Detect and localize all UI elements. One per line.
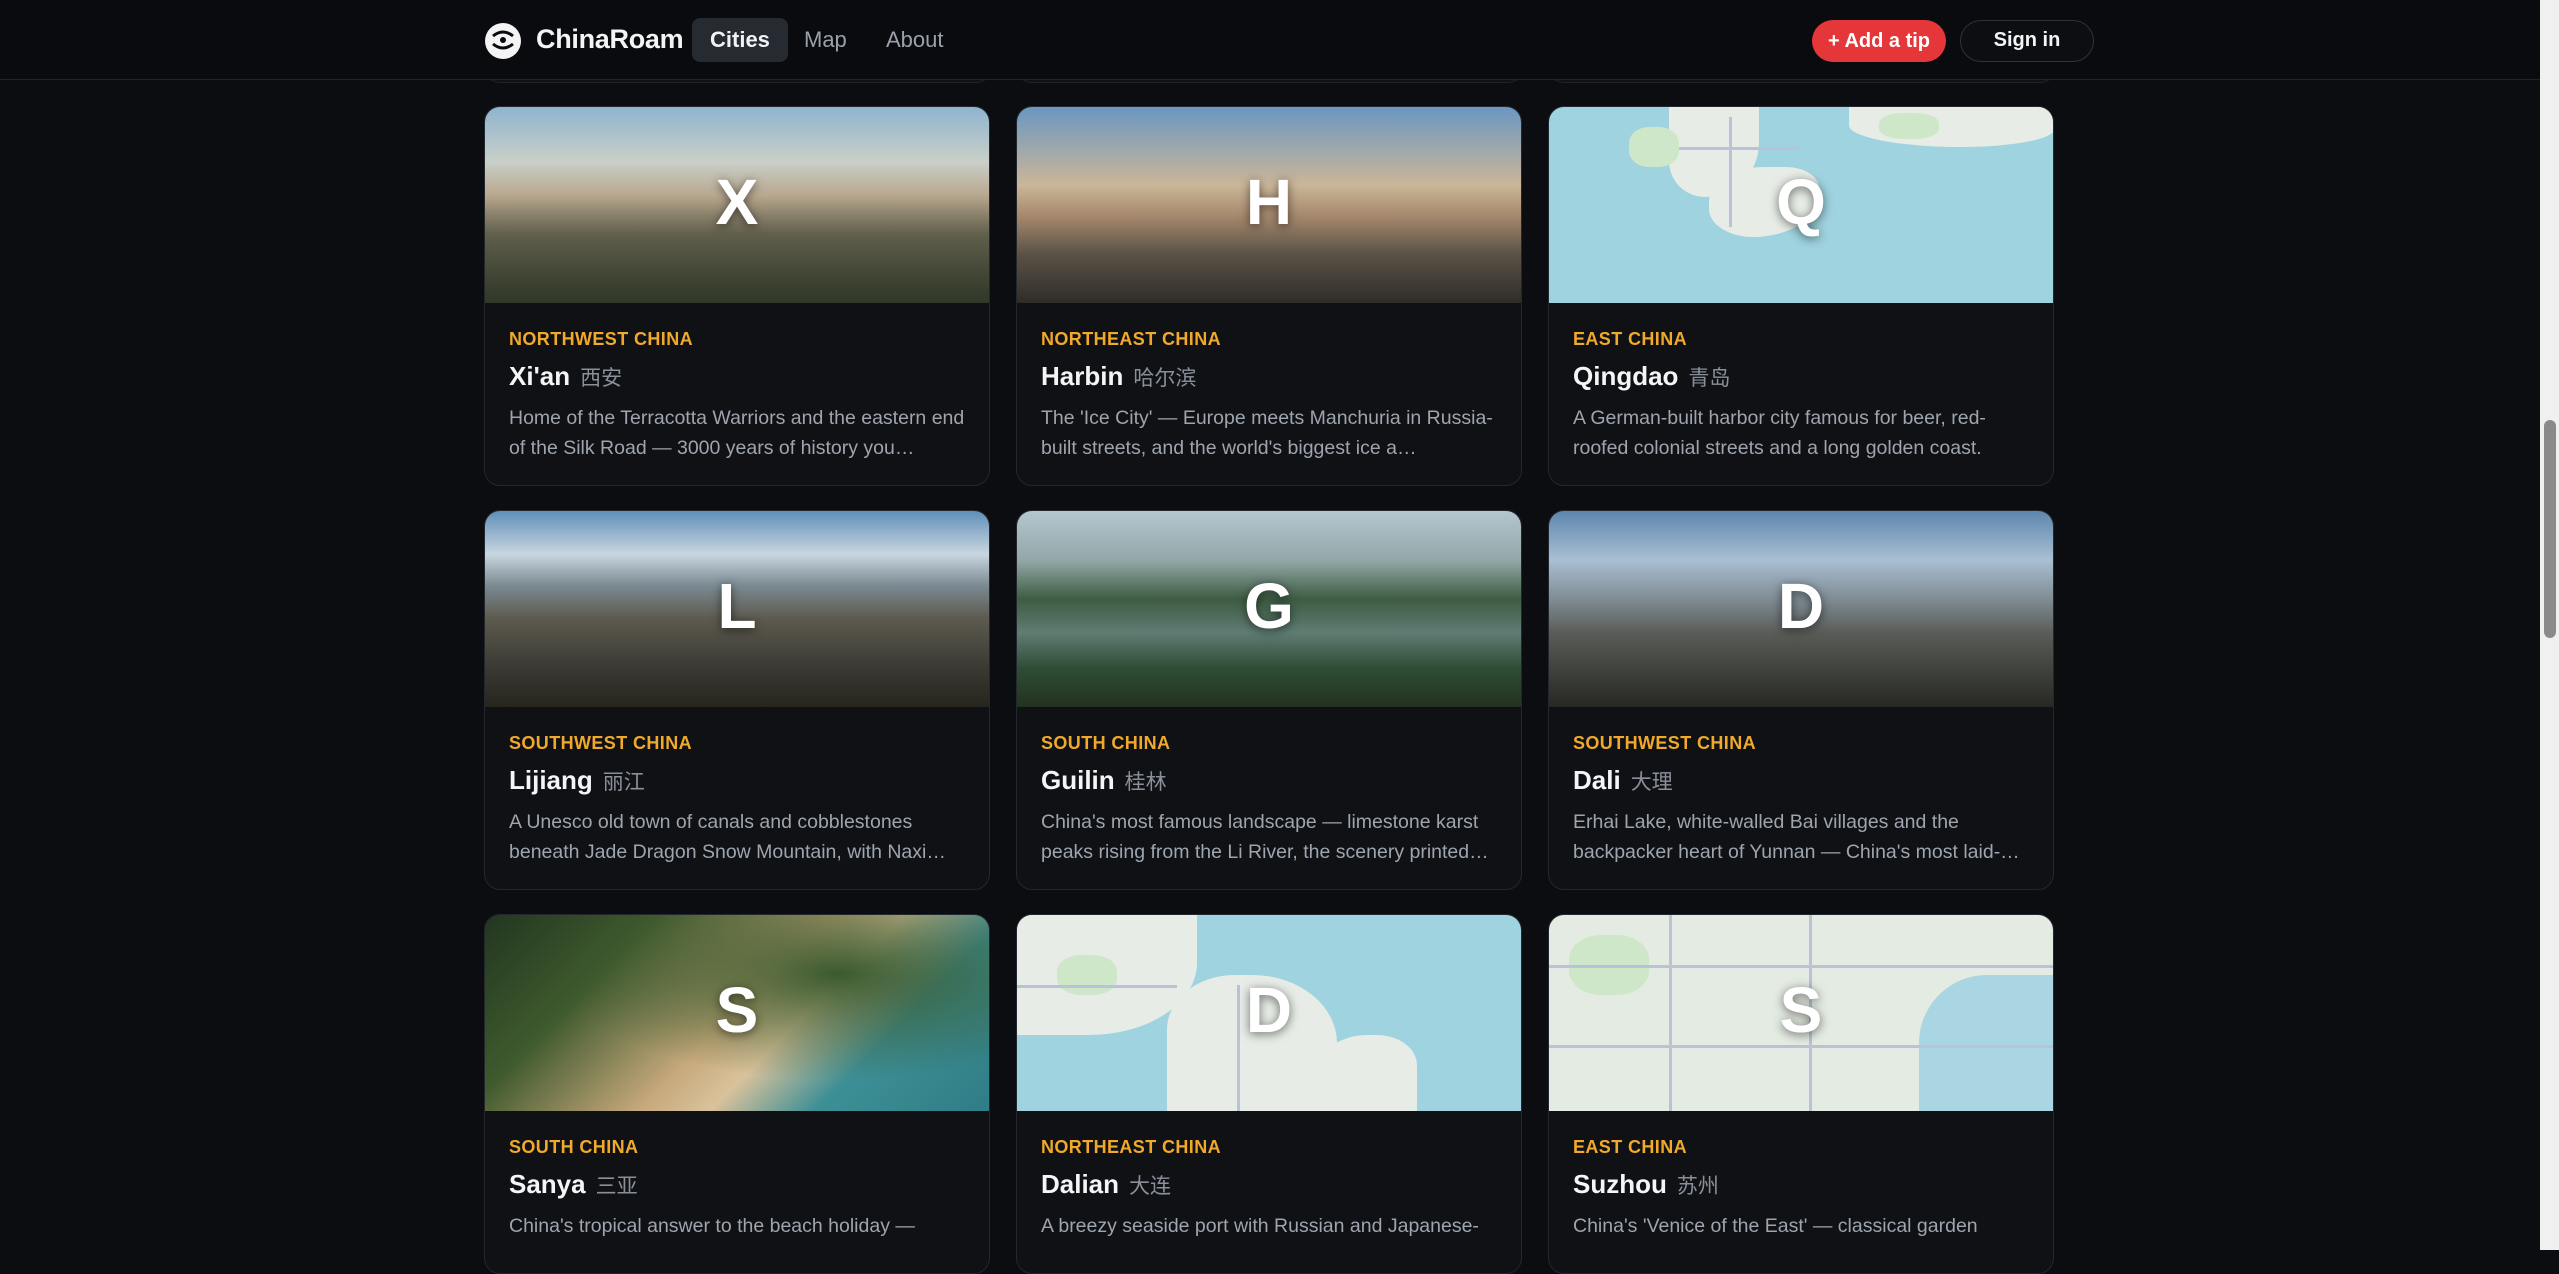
city-name: Suzhou — [1573, 1169, 1667, 1199]
brand-name[interactable]: ChinaRoam — [536, 24, 684, 55]
city-name-chinese: 桂林 — [1124, 771, 1167, 794]
city-hero-image: H — [1017, 107, 1521, 303]
city-initial: Q — [1776, 166, 1826, 238]
city-description: The 'Ice City' — Europe meets Manchuria … — [1041, 407, 1493, 459]
city-card-harbin[interactable]: H NORTHEAST CHINA Harbin 哈尔滨 The 'Ice Cit… — [1016, 106, 1522, 486]
city-region: SOUTH CHINA — [509, 1137, 639, 1157]
nav-about[interactable]: About — [868, 18, 962, 62]
city-hero-image: G — [1017, 511, 1521, 707]
city-region: NORTHWEST CHINA — [509, 329, 693, 349]
city-name: Harbin — [1041, 361, 1124, 391]
city-region: NORTHEAST CHINA — [1041, 329, 1221, 349]
city-region: EAST CHINA — [1573, 329, 1688, 349]
add-tip-button[interactable]: + Add a tip — [1812, 20, 1946, 62]
city-name-chinese: 哈尔滨 — [1133, 367, 1197, 390]
city-region: SOUTHWEST CHINA — [509, 733, 692, 753]
city-hero-image: X — [485, 107, 989, 303]
city-name-chinese: 大连 — [1129, 1175, 1172, 1198]
city-card-xian[interactable]: X NORTHWEST CHINA Xi'an 西安 Home of the Te… — [484, 106, 990, 486]
city-card-dali[interactable]: D SOUTHWEST CHINA Dali 大理 Erhai Lake, whi… — [1548, 510, 2054, 890]
top-navigation-bar: ChinaRoam Cities Map About + Add a tip S… — [0, 0, 2540, 80]
city-initial: D — [1777, 570, 1825, 642]
city-name-chinese: 大理 — [1630, 771, 1673, 794]
city-initial: D — [1245, 974, 1293, 1046]
city-initial: G — [1244, 570, 1294, 642]
city-map-image: Q — [1549, 107, 2053, 303]
city-region: EAST CHINA — [1573, 1137, 1688, 1157]
city-name-chinese: 西安 — [580, 367, 623, 390]
city-initial: S — [1779, 974, 1823, 1046]
city-card-suzhou[interactable]: S EAST CHINA Suzhou 苏州 China's 'Venice of… — [1548, 914, 2054, 1274]
city-name: Guilin — [1041, 765, 1115, 795]
city-card-dalian[interactable]: D NORTHEAST CHINA Dalian 大连 A breezy seas… — [1016, 914, 1522, 1274]
city-initial: H — [1245, 166, 1293, 238]
city-name: Dali — [1573, 765, 1621, 795]
city-name-chinese: 丽江 — [602, 771, 645, 794]
chinaroam-logo-icon[interactable] — [484, 22, 522, 60]
city-description: A German-built harbor city famous for be… — [1573, 407, 1986, 459]
city-hero-image: S — [485, 915, 989, 1111]
city-initial: S — [715, 974, 759, 1046]
city-name-chinese: 青岛 — [1688, 367, 1731, 390]
city-region: SOUTH CHINA — [1041, 733, 1171, 753]
city-name-chinese: 三亚 — [595, 1175, 638, 1198]
city-hero-image: L — [485, 511, 989, 707]
city-description: Home of the Terracotta Warriors and the … — [509, 407, 965, 459]
city-description: China's tropical answer to the beach hol… — [509, 1215, 915, 1237]
city-name: Lijiang — [509, 765, 593, 795]
city-description: China's 'Venice of the East' — classical… — [1573, 1215, 1978, 1237]
nav-cities[interactable]: Cities — [692, 18, 788, 62]
city-initial: L — [717, 570, 757, 642]
sign-in-button[interactable]: Sign in — [1960, 20, 2094, 62]
city-region: SOUTHWEST CHINA — [1573, 733, 1756, 753]
city-description: A breezy seaside port with Russian and J… — [1041, 1215, 1479, 1237]
city-description: A Unesco old town of canals and cobblest… — [509, 811, 946, 863]
city-initial: X — [715, 166, 759, 238]
city-name: Qingdao — [1573, 361, 1679, 391]
city-map-image: D — [1017, 915, 1521, 1111]
city-map-image: S — [1549, 915, 2053, 1111]
city-name: Sanya — [509, 1169, 586, 1199]
nav-map[interactable]: Map — [786, 18, 865, 62]
city-name: Dalian — [1041, 1169, 1120, 1199]
page-scrollbar[interactable] — [2540, 0, 2559, 1250]
city-name: Xi'an — [509, 361, 571, 391]
city-description: Erhai Lake, white-walled Bai villages an… — [1573, 811, 2020, 863]
city-card-lijiang[interactable]: L SOUTHWEST CHINA Lijiang 丽江 A Unesco old… — [484, 510, 990, 890]
city-card-qingdao[interactable]: Q EAST CHINA Qingdao 青岛 A German-built ha… — [1548, 106, 2054, 486]
city-region: NORTHEAST CHINA — [1041, 1137, 1221, 1157]
city-card-guilin[interactable]: G SOUTH CHINA Guilin 桂林 China's most famo… — [1016, 510, 1522, 890]
scrollbar-thumb[interactable] — [2544, 420, 2556, 638]
city-description: China's most famous landscape — limeston… — [1041, 811, 1489, 863]
city-card-sanya[interactable]: S SOUTH CHINA Sanya 三亚 China's tropical a… — [484, 914, 990, 1274]
city-hero-image: D — [1549, 511, 2053, 707]
city-name-chinese: 苏州 — [1676, 1175, 1719, 1198]
